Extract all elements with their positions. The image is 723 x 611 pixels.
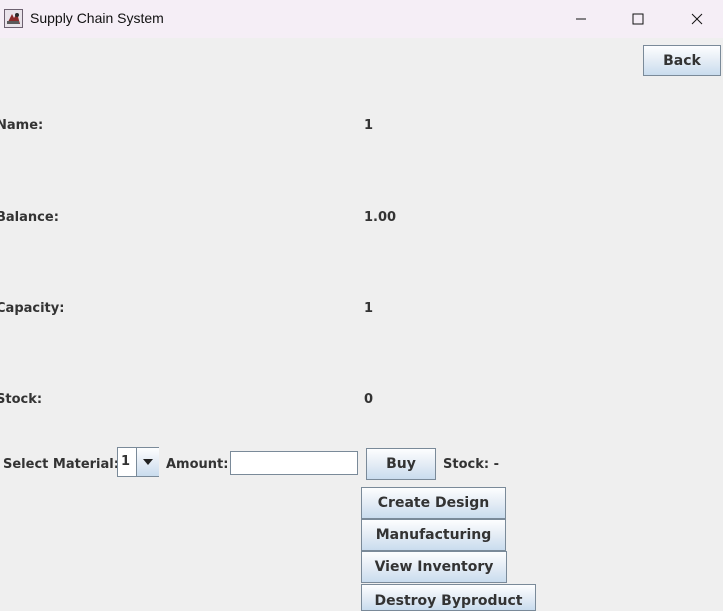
destroy-byproduct-button[interactable]: Destroy Byproduct — [361, 584, 536, 611]
back-button[interactable]: Back — [643, 45, 721, 76]
close-icon — [691, 10, 703, 29]
material-stock-label: Stock: - — [443, 457, 499, 472]
manufacturing-button[interactable]: Manufacturing — [361, 519, 506, 551]
buy-button[interactable]: Buy — [366, 448, 436, 480]
amount-label: Amount: — [166, 457, 229, 472]
maximize-button[interactable] — [615, 0, 661, 38]
chevron-down-icon[interactable] — [136, 448, 159, 476]
app-icon — [4, 9, 23, 28]
minimize-icon — [575, 10, 587, 29]
close-button[interactable] — [674, 0, 720, 38]
capacity-label: Capacity: — [0, 301, 65, 316]
balance-label: Balance: — [0, 210, 59, 225]
select-material-label: Select Material: — [3, 457, 119, 472]
view-inventory-button[interactable]: View Inventory — [361, 551, 507, 583]
name-value: 1 — [364, 118, 374, 133]
balance-value: 1.00 — [364, 210, 397, 225]
minimize-button[interactable] — [558, 0, 604, 38]
capacity-value: 1 — [364, 301, 374, 316]
material-select-value: 1 — [121, 454, 131, 469]
stock-value: 0 — [364, 392, 374, 407]
title-bar: Supply Chain System — [0, 0, 723, 38]
name-label: Name: — [0, 118, 44, 133]
material-select[interactable]: 1 — [117, 447, 159, 477]
create-design-button[interactable]: Create Design — [361, 487, 506, 519]
stock-label: Stock: — [0, 392, 43, 407]
amount-input[interactable] — [230, 451, 358, 475]
maximize-icon — [632, 10, 644, 29]
window-title: Supply Chain System — [30, 10, 164, 26]
